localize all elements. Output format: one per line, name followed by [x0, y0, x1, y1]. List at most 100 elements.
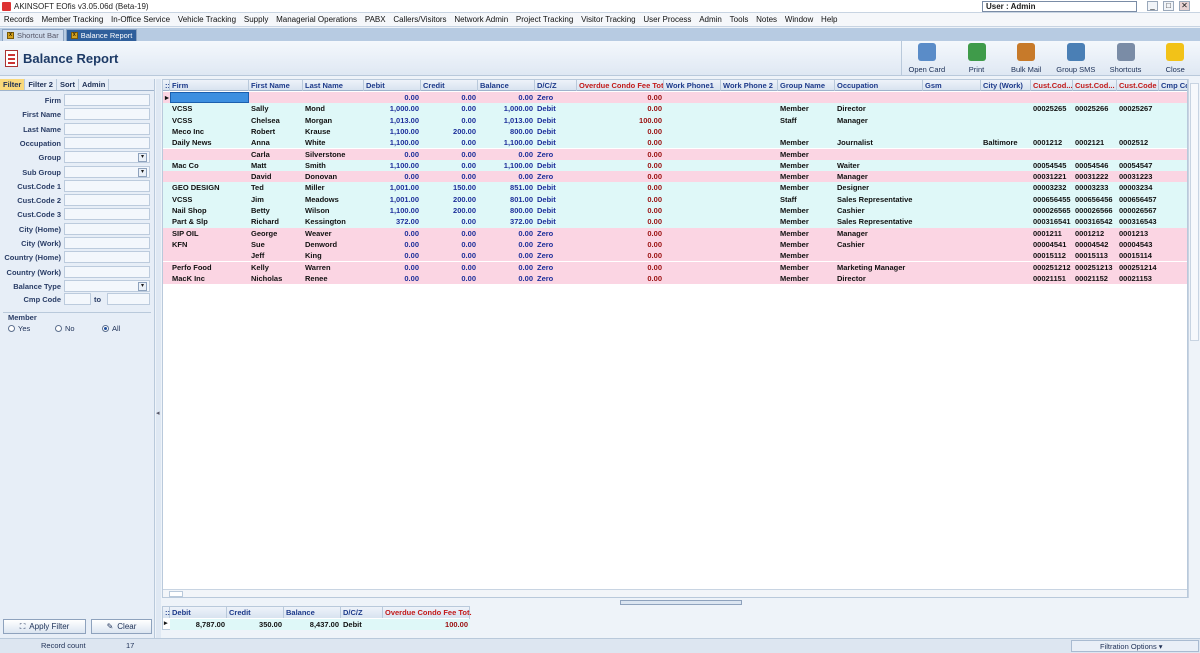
cell-balance[interactable]: 0.00 [478, 250, 535, 261]
table-row[interactable]: Carla Silverstone 0.00 0.00 0.00 Zero 0.00 Memb… [163, 148, 1187, 160]
filter-tab-sort[interactable]: Sort [57, 79, 79, 90]
cell-first[interactable] [249, 92, 303, 103]
country-home-input[interactable] [64, 251, 150, 264]
column-header-wp2[interactable]: Work Phone 2 [721, 80, 778, 91]
cell-citywork[interactable] [981, 250, 1031, 261]
scroll-thumb[interactable] [1190, 83, 1199, 341]
cmp-code-to-input[interactable] [107, 293, 150, 305]
table-row[interactable]: VCSS Chelsea Morgan 1,013.00 0.00 1,013.00 Deb… [163, 114, 1187, 126]
cell-cc1[interactable]: 00003232 [1031, 182, 1073, 193]
cell-group[interactable]: Member [778, 137, 835, 148]
cell-dcz[interactable]: Debit [535, 126, 577, 137]
cell-overdue[interactable]: 0.00 [577, 160, 664, 171]
cell-occupation[interactable]: Marketing Manager [835, 262, 923, 273]
cell-cc3[interactable]: 000251214 [1117, 262, 1159, 273]
clear-button[interactable]: ✎ Clear [91, 619, 152, 634]
cell-occupation[interactable]: Journalist [835, 137, 923, 148]
cell-occupation[interactable] [835, 92, 923, 103]
cell-balance[interactable]: 800.00 [478, 205, 535, 216]
cell-first[interactable]: Chelsea [249, 115, 303, 126]
cell-first[interactable]: Carla [249, 149, 303, 160]
cell-first[interactable]: Ted [249, 182, 303, 193]
table-row[interactable]: Jeff King 0.00 0.00 0.00 Zero 0.00 Member 000151… [163, 250, 1187, 262]
column-header-gsm[interactable]: Gsm [923, 80, 981, 91]
cell-credit[interactable]: 0.00 [421, 171, 478, 182]
cell-cc1[interactable] [1031, 149, 1073, 160]
cell-last[interactable]: Wilson [303, 205, 364, 216]
cell-balance[interactable]: 0.00 [478, 262, 535, 273]
menu-project-tracking[interactable]: Project Tracking [512, 15, 577, 24]
column-header-citywork[interactable]: City (Work) [981, 80, 1031, 91]
cell-occupation[interactable]: Director [835, 103, 923, 114]
cell-overdue[interactable]: 0.00 [577, 149, 664, 160]
cell-debit[interactable]: 0.00 [364, 250, 421, 261]
cell-overdue[interactable]: 0.00 [577, 92, 664, 103]
cell-cc1[interactable] [1031, 126, 1073, 137]
tab-close-icon[interactable]: x [7, 32, 14, 39]
cell-overdue[interactable]: 0.00 [577, 239, 664, 250]
column-header-cc1[interactable]: Cust.Cod... [1031, 80, 1073, 91]
tab-close-icon[interactable]: x [70, 32, 78, 39]
cell-last[interactable] [303, 92, 364, 103]
menu-records[interactable]: Records [0, 15, 38, 24]
cell-credit[interactable]: 200.00 [421, 194, 478, 205]
menu-network-admin[interactable]: Network Admin [450, 15, 512, 24]
cell-citywork[interactable] [981, 126, 1031, 137]
cell-cc3[interactable]: 00015114 [1117, 250, 1159, 261]
cell-cc3[interactable]: 000316543 [1117, 216, 1159, 227]
cell-cc3[interactable]: 000656457 [1117, 194, 1159, 205]
cell-debit[interactable]: 0.00 [364, 92, 421, 103]
cell-firm[interactable]: VCSS [170, 103, 249, 114]
cell-citywork[interactable] [981, 160, 1031, 171]
cell-last[interactable]: Donovan [303, 171, 364, 182]
filter-tab-filter-2[interactable]: Filter 2 [25, 79, 57, 90]
cell-occupation[interactable]: Cashier [835, 205, 923, 216]
cell-balance[interactable]: 1,100.00 [478, 160, 535, 171]
cell-group[interactable]: Member [778, 216, 835, 227]
cell-balance[interactable]: 1,100.00 [478, 137, 535, 148]
collapse-arrow-icon[interactable]: ◂ [156, 409, 160, 417]
table-row[interactable]: David Donovan 0.00 0.00 0.00 Zero 0.00 Member Ma… [163, 171, 1187, 183]
cell-dcz[interactable]: Debit [535, 137, 577, 148]
dropdown-arrow-icon[interactable]: ▾ [138, 153, 147, 163]
city-home-input[interactable] [64, 222, 150, 235]
cell-occupation[interactable] [835, 149, 923, 160]
cell-firm[interactable]: Meco Inc [170, 126, 249, 137]
cell-last[interactable]: Morgan [303, 115, 364, 126]
cell-balance[interactable]: 0.00 [478, 273, 535, 284]
restore-icon[interactable]: □ [1163, 1, 1174, 11]
cell-group[interactable]: Member [778, 228, 835, 239]
cell-cc3[interactable]: 00025267 [1117, 103, 1159, 114]
cell-cc3[interactable] [1117, 92, 1159, 103]
cell-last[interactable]: Miller [303, 182, 364, 193]
column-header-occupation[interactable]: Occupation [835, 80, 923, 91]
cell-cc1[interactable]: 0001212 [1031, 137, 1073, 148]
first-name-input[interactable] [64, 108, 150, 121]
table-row[interactable]: Perfo Food Kelly Warren 0.00 0.00 0.00 Zero 0.0… [163, 261, 1187, 273]
cell-cc3[interactable] [1117, 115, 1159, 126]
cell-occupation[interactable]: Cashier [835, 239, 923, 250]
cell-cc2[interactable] [1073, 115, 1117, 126]
menu-user-process[interactable]: User Process [640, 15, 696, 24]
cell-debit[interactable]: 1,100.00 [364, 205, 421, 216]
column-header-overdue[interactable]: Overdue Condo Fee Tot. [577, 80, 664, 91]
cell-cc1[interactable]: 000026565 [1031, 205, 1073, 216]
cell-citywork[interactable] [981, 92, 1031, 103]
menu-visitor-tracking[interactable]: Visitor Tracking [577, 15, 639, 24]
tab-balance-report[interactable]: x Balance Report [65, 29, 138, 41]
cell-dcz[interactable]: Zero [535, 228, 577, 239]
cell-credit[interactable]: 200.00 [421, 205, 478, 216]
cell-balance[interactable]: 0.00 [478, 228, 535, 239]
cell-citywork[interactable] [981, 205, 1031, 216]
cell-cc3[interactable]: 00054547 [1117, 160, 1159, 171]
cell-cc2[interactable] [1073, 149, 1117, 160]
scroll-thumb[interactable] [169, 591, 183, 597]
group-input[interactable]: ▾ [64, 151, 150, 164]
cell-cc3[interactable]: 00003234 [1117, 182, 1159, 193]
cell-credit[interactable]: 150.00 [421, 182, 478, 193]
cell-group[interactable]: Member [778, 250, 835, 261]
column-header-group[interactable]: Group Name [778, 80, 835, 91]
cell-cc2[interactable]: 00021152 [1073, 273, 1117, 284]
cell-citywork[interactable] [981, 171, 1031, 182]
cell-overdue[interactable]: 0.00 [577, 103, 664, 114]
